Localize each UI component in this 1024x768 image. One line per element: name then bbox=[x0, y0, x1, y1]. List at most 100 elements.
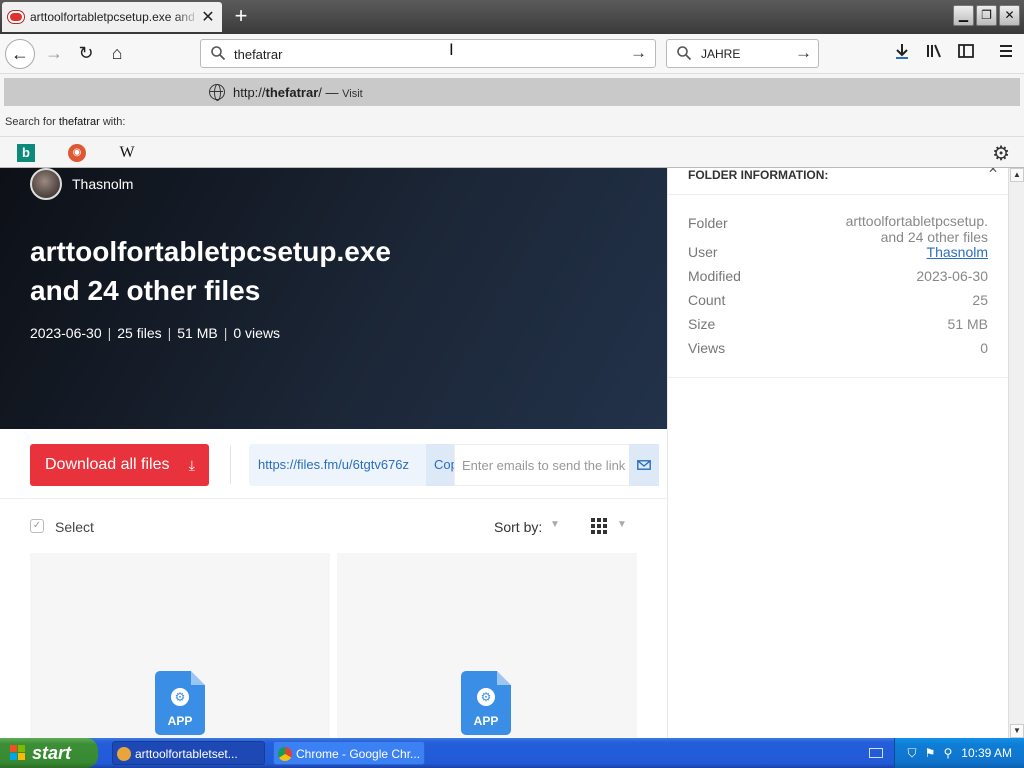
info-key: Count bbox=[688, 292, 726, 308]
select-label[interactable]: Select bbox=[55, 519, 94, 535]
go-arrow-icon[interactable]: → bbox=[630, 43, 647, 63]
search-bar[interactable]: JAHRE → bbox=[666, 39, 819, 68]
keyboard-icon[interactable] bbox=[869, 748, 883, 758]
title-line-2: and 24 other files bbox=[30, 275, 261, 306]
file-card[interactable]: ⚙ APP bbox=[30, 553, 330, 738]
grid-view-icon[interactable] bbox=[591, 518, 607, 534]
downloads-icon[interactable] bbox=[890, 42, 914, 66]
start-button[interactable]: start bbox=[0, 738, 98, 768]
chevron-down-icon[interactable]: ▼ bbox=[617, 519, 627, 530]
back-button[interactable]: ← bbox=[5, 39, 35, 69]
info-row-views: Views 0 bbox=[688, 340, 988, 358]
download-all-button[interactable]: Download all files ⤓ bbox=[30, 444, 209, 486]
info-row-modified: Modified 2023-06-30 bbox=[688, 268, 988, 286]
home-button[interactable]: ⌂ bbox=[102, 39, 132, 69]
search-for-label: Search for thefatrar with: bbox=[5, 116, 126, 128]
file-list-toolbar: ✓ Select Sort by: ▼ ▼ bbox=[0, 499, 667, 553]
meta-views: 0 views bbox=[233, 325, 281, 341]
title-bar: arttoolfortabletpcsetup.exe and 24 ✕ + ▁… bbox=[0, 0, 1024, 34]
sidebar-toggle-icon[interactable] bbox=[954, 42, 978, 66]
info-value: 2023-06-30 bbox=[916, 268, 988, 284]
search-icon[interactable]: ⚲ bbox=[941, 746, 955, 760]
browser-tab[interactable]: arttoolfortabletpcsetup.exe and 24 ✕ bbox=[2, 2, 222, 32]
folder-info-header: FOLDER INFORMATION: bbox=[688, 168, 829, 182]
forward-button[interactable]: → bbox=[39, 39, 69, 69]
search-engine-row: b ◉ W ⚙ bbox=[0, 136, 1024, 168]
share-link-field[interactable]: https://files.fm/u/6tgtv676z bbox=[249, 444, 454, 486]
email-field[interactable] bbox=[455, 445, 625, 485]
sort-by-label[interactable]: Sort by: bbox=[494, 519, 542, 535]
bing-icon[interactable]: b bbox=[17, 144, 35, 162]
select-all-checkbox[interactable]: ✓ bbox=[30, 519, 44, 533]
suggestion-url: http://thefatrar/ — Visit bbox=[233, 85, 363, 100]
chevron-down-icon[interactable]: ▼ bbox=[550, 519, 560, 530]
info-row-folder: Folder arttoolfortabletpcsetup. and 24 ot… bbox=[688, 213, 988, 247]
page-content: Thasnolm arttoolfortabletpcsetup.exe and… bbox=[0, 168, 1008, 738]
folder-hero: Thasnolm arttoolfortabletpcsetup.exe and… bbox=[0, 168, 667, 429]
info-row-size: Size 51 MB bbox=[688, 316, 988, 334]
taskbar-item-chrome[interactable]: Chrome - Google Chr... bbox=[273, 741, 425, 765]
new-tab-button[interactable]: + bbox=[228, 4, 254, 28]
info-key: Views bbox=[688, 340, 726, 356]
close-icon[interactable]: ✕ bbox=[988, 168, 998, 176]
email-field-wrapper bbox=[454, 444, 630, 486]
url-suggestion-row[interactable]: http://thefatrar/ — Visit bbox=[4, 78, 1020, 106]
taskbar-item-label: Chrome - Google Chr... bbox=[296, 747, 421, 761]
file-type-label: APP bbox=[473, 714, 499, 728]
send-email-button[interactable] bbox=[629, 444, 659, 486]
taskbar-item-browser[interactable]: arttoolfortabletset... bbox=[112, 741, 265, 765]
avatar[interactable] bbox=[30, 168, 62, 200]
meta-files: 25 files bbox=[117, 325, 162, 341]
url-input[interactable]: thefatrar bbox=[234, 47, 282, 62]
scroll-up-icon[interactable]: ▲ bbox=[1010, 168, 1024, 182]
info-value: 51 MB bbox=[947, 316, 988, 332]
minimize-button[interactable]: ▁ bbox=[953, 5, 974, 26]
close-window-button[interactable]: ✕ bbox=[999, 5, 1020, 26]
file-type-label: APP bbox=[167, 714, 193, 728]
app-file-icon: ⚙ APP bbox=[155, 671, 205, 735]
share-link[interactable]: https://files.fm/u/6tgtv676z bbox=[258, 457, 409, 472]
search-icon bbox=[211, 46, 226, 61]
info-row-user: User Thasnolm bbox=[688, 244, 988, 262]
page-scrollbar[interactable]: ▲ ▼ bbox=[1008, 168, 1024, 738]
copy-link-button[interactable]: Copy bbox=[426, 444, 454, 486]
network-icon[interactable]: ⚑ bbox=[923, 746, 937, 760]
url-bar[interactable]: thefatrar → bbox=[200, 39, 656, 68]
url-autocomplete-dropdown: http://thefatrar/ — Visit Search for the… bbox=[0, 74, 1024, 168]
window-controls: ▁ ❐ ✕ bbox=[953, 5, 1020, 26]
taskbar: start arttoolfortabletset... Chrome - Go… bbox=[0, 738, 1024, 768]
search-input[interactable]: JAHRE bbox=[701, 47, 740, 61]
duckduckgo-icon[interactable]: ◉ bbox=[68, 144, 86, 162]
restore-button[interactable]: ❐ bbox=[976, 5, 997, 26]
info-key: Size bbox=[688, 316, 716, 332]
download-icon: ⤓ bbox=[188, 457, 195, 473]
download-all-label: Download all files bbox=[45, 456, 170, 473]
taskbar-item-label: arttoolfortabletset... bbox=[135, 747, 238, 761]
divider bbox=[668, 194, 1008, 195]
info-user-link[interactable]: Thasnolm bbox=[927, 244, 988, 260]
hero-username[interactable]: Thasnolm bbox=[72, 176, 133, 192]
chrome-icon bbox=[278, 747, 292, 761]
search-icon bbox=[677, 46, 692, 61]
close-tab-icon[interactable]: ✕ bbox=[200, 7, 216, 27]
search-go-arrow-icon[interactable]: → bbox=[795, 43, 812, 63]
windows-logo-icon bbox=[10, 745, 26, 761]
navigation-bar: ← → ↻ ⌂ thefatrar → I JAHRE → bbox=[0, 34, 1024, 74]
envelope-icon bbox=[637, 460, 651, 470]
reload-button[interactable]: ↻ bbox=[71, 39, 101, 69]
folder-info-panel: FOLDER INFORMATION: ✕ Folder arttoolfort… bbox=[667, 168, 1008, 738]
gear-icon[interactable]: ⚙ bbox=[992, 141, 1010, 166]
folder-meta: 2023-06-30 | 25 files | 51 MB | 0 views bbox=[30, 325, 281, 341]
menu-icon[interactable] bbox=[994, 42, 1018, 66]
file-card[interactable]: ⚙ APP bbox=[337, 553, 637, 738]
shield-icon[interactable]: ⛉ bbox=[905, 746, 919, 760]
library-icon[interactable] bbox=[922, 42, 946, 66]
system-tray: ⛉ ⚑ ⚲ 10:39 AM bbox=[894, 738, 1024, 768]
scroll-down-icon[interactable]: ▼ bbox=[1010, 724, 1024, 738]
app-icon bbox=[117, 747, 131, 761]
text-cursor-icon: I bbox=[449, 40, 454, 59]
info-value: 25 bbox=[972, 292, 988, 308]
wikipedia-icon[interactable]: W bbox=[118, 144, 136, 162]
meta-date: 2023-06-30 bbox=[30, 325, 102, 341]
divider bbox=[230, 446, 231, 484]
